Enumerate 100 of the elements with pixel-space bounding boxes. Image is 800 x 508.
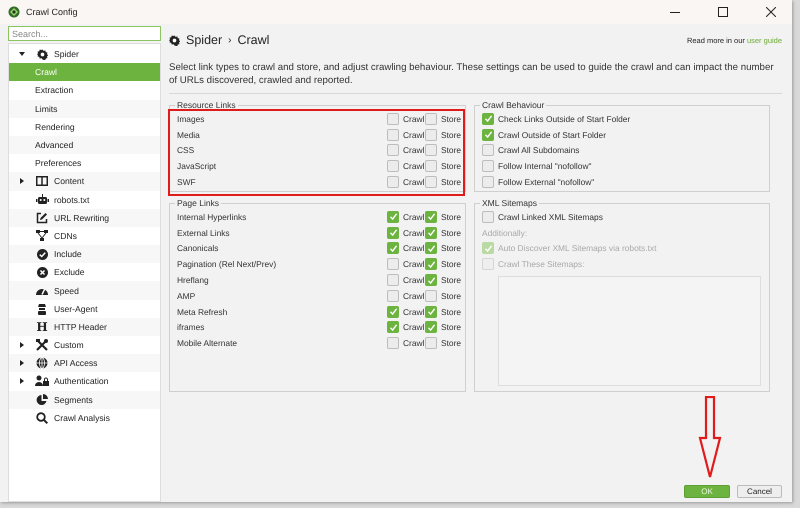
tree-item-label: Advanced [35, 140, 74, 150]
group-title: XML Sitemaps [481, 198, 538, 208]
tree-item-label: Crawl Analysis [54, 412, 110, 423]
tree-item-label: CDNs [54, 230, 77, 241]
tree-item-label: User-Agent [54, 304, 98, 314]
tree-item-label: robots.txt [54, 194, 90, 205]
checkbox-label: Store [441, 228, 462, 238]
option-label: Crawl Outside of Start Folder [498, 130, 606, 140]
link-type-label: AMP [177, 290, 196, 301]
link-type-label: External Links [177, 228, 231, 238]
tree-item-label: URL Rewriting [54, 212, 110, 223]
tree-item-label: Crawl [35, 67, 57, 78]
tree-item-label: Speed [54, 286, 79, 296]
tree-item-label: Extraction [35, 85, 74, 96]
tree-item[interactable]: Exclude [9, 263, 160, 282]
tree-item-label: Exclude [54, 267, 85, 278]
checkbox-label: Store [441, 275, 462, 286]
checkbox-label: Store [441, 161, 462, 172]
tree-item-label: Rendering [35, 122, 75, 132]
checkbox-label: Crawl [403, 275, 424, 286]
tree-item[interactable]: Limits [9, 100, 160, 118]
option-label: Check Links Outside of Start Folder [498, 114, 630, 124]
breadcrumb-item: Spider [186, 33, 222, 47]
option-label: Crawl All Subdomains [498, 145, 580, 156]
cancel-button[interactable]: Cancel [737, 485, 782, 498]
checkbox-label: Store [441, 306, 462, 317]
checkbox-label: Store [441, 212, 462, 222]
tree-item[interactable]: Advanced [9, 136, 160, 154]
checkbox-label: Crawl [403, 161, 424, 172]
checkbox-label: Crawl [403, 290, 424, 301]
tree-item-label: API Access [54, 358, 98, 368]
tree-item[interactable]: Segments [9, 390, 160, 409]
link-type-label: Mobile Alternate [177, 338, 238, 348]
checkbox-label: Store [441, 130, 462, 140]
link-type-label: Media [177, 130, 201, 140]
option-label: Follow External "nofollow" [498, 177, 594, 188]
checkbox-label: Crawl [403, 212, 424, 222]
checkbox-label: Crawl [403, 114, 424, 124]
tree-item[interactable]: Content [9, 172, 160, 190]
tree-item-label: Authentication [54, 376, 108, 386]
breadcrumb-separator: › [228, 34, 232, 46]
link-type-label: JavaScript [177, 161, 218, 172]
tree-item-label: Spider [54, 49, 79, 60]
checkbox-label: Crawl [403, 259, 424, 270]
group-title: Resource Links [176, 100, 237, 110]
note-text: Additionally: [482, 228, 528, 238]
group-title: Crawl Behaviour [481, 100, 546, 110]
tree-item[interactable]: Preferences [9, 154, 160, 172]
tree-item-label: Include [54, 249, 82, 260]
checkbox-label: Store [441, 338, 462, 348]
option-label: Crawl Linked XML Sitemaps [498, 212, 603, 222]
search-field[interactable]: Search... [8, 26, 161, 41]
link-type-label: Images [177, 114, 206, 124]
checkbox-label: Store [441, 114, 462, 124]
checkbox-label: Crawl [403, 228, 424, 238]
checkbox-label: Crawl [403, 306, 424, 317]
checkbox-label: Crawl [403, 145, 424, 156]
checkbox-label: Store [441, 145, 462, 156]
description-text: Select link types to crawl and store, and adjust crawling behaviour. These settings can be used to guide the crawl and can impact the number of URLs discovered, crawled and reported. [169, 62, 775, 87]
tree-item[interactable]: Custom [9, 336, 160, 354]
tree-item[interactable]: CDNs [9, 226, 160, 246]
checkbox-label: Store [441, 243, 462, 254]
tree-item[interactable]: H HTTP Header [9, 318, 160, 336]
header-icon: H [36, 320, 48, 333]
link-type-label: Internal Hyperlinks [177, 212, 248, 222]
option-label: Auto Discover XML Sitemaps via robots.txt [498, 243, 656, 254]
tree-item-label: Preferences [35, 158, 82, 168]
tree-item[interactable]: robots.txt [9, 190, 160, 209]
link-type-label: Hreflang [177, 275, 210, 286]
checkbox-label: Store [441, 259, 462, 270]
checkbox-label: Store [441, 322, 462, 332]
tree-item[interactable]: API Access [9, 354, 160, 372]
tree-item-label: Content [54, 176, 84, 186]
tree-item[interactable]: Authentication [9, 372, 160, 391]
tree-item[interactable]: Speed [9, 281, 160, 300]
option-label: Follow Internal "nofollow" [498, 161, 592, 172]
link-type-label: Pagination (Rel Next/Prev) [177, 259, 278, 270]
group-title: Page Links [176, 198, 220, 208]
tree-item[interactable]: Crawl Analysis [9, 408, 160, 427]
tree-item[interactable]: Extraction [9, 81, 160, 100]
link-type-label: Meta Refresh [177, 306, 228, 317]
tree-item-label: Segments [54, 394, 93, 405]
checkbox-label: Store [441, 290, 462, 301]
checkbox-label: Crawl [403, 177, 424, 188]
link-type-label: Canonicals [177, 243, 220, 254]
checkbox-label: Crawl [403, 338, 424, 348]
tree-item-label: Custom [54, 340, 84, 350]
checkbox-label: Store [441, 177, 462, 188]
checkbox-label: Crawl [403, 130, 424, 140]
tree-item-label: Limits [35, 104, 58, 114]
tree-item[interactable]: Include [9, 245, 160, 264]
tree-item[interactable]: Rendering [9, 118, 160, 136]
tree-item[interactable]: Spider [9, 45, 160, 64]
tree-item[interactable]: URL Rewriting [9, 208, 160, 227]
checkbox-label: Crawl [403, 322, 424, 332]
option-label: Crawl These Sitemaps: [498, 259, 584, 270]
link-type-label: SWF [177, 177, 197, 188]
checkbox-label: Crawl [403, 243, 424, 254]
tree-item[interactable]: User-Agent [9, 300, 160, 318]
link-type-label: CSS [177, 145, 196, 156]
